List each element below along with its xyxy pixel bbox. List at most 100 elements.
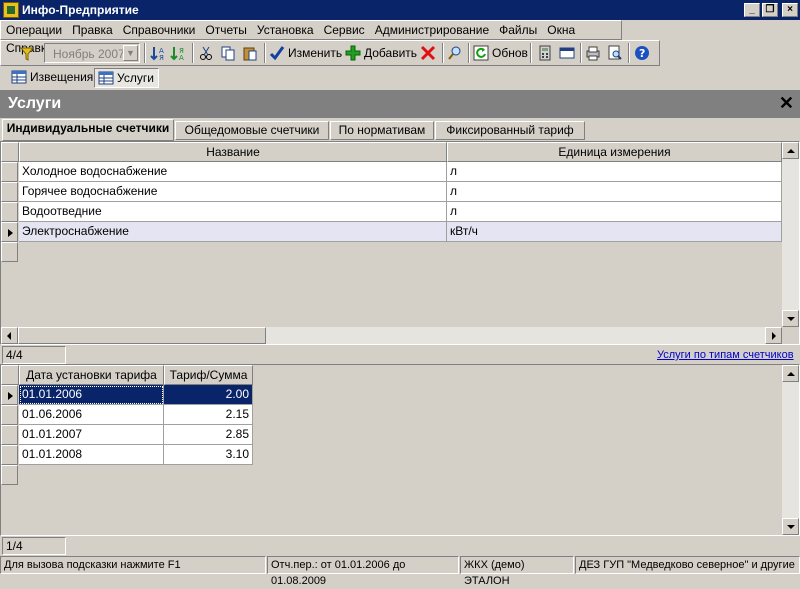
- title-bar: Инфо-Предприятие _ ❐ ×: [0, 0, 800, 20]
- toolbar-separator: [580, 43, 582, 63]
- grid-corner[interactable]: [1, 142, 19, 162]
- table-cell[interactable]: 3.10: [164, 445, 253, 465]
- help-button[interactable]: ?: [634, 43, 650, 63]
- horizontal-scrollbar[interactable]: [1, 327, 782, 344]
- vertical-scrollbar[interactable]: [782, 142, 799, 327]
- table-cell[interactable]: 01.01.2008: [19, 445, 164, 465]
- scroll-left-button[interactable]: [1, 327, 18, 344]
- menu-operations[interactable]: Операции: [1, 21, 67, 39]
- row-indicator[interactable]: [1, 425, 18, 445]
- table-cell[interactable]: 2.15: [164, 405, 253, 425]
- add-button[interactable]: Добавить: [345, 43, 417, 63]
- tariff-record-counter: 1/4: [2, 537, 66, 555]
- current-row-indicator[interactable]: [1, 222, 18, 242]
- table-cell-selected[interactable]: кВт/ч: [447, 222, 782, 242]
- copy-button[interactable]: [220, 43, 236, 63]
- column-header-unit[interactable]: Единица измерения: [447, 142, 782, 162]
- refresh-label: Обнов: [492, 46, 528, 60]
- table-cell[interactable]: 2.85: [164, 425, 253, 445]
- checkmark-icon: [269, 46, 285, 61]
- scroll-down-button[interactable]: [782, 310, 799, 327]
- services-by-meter-link-text[interactable]: Услуги по типам счетчиков: [657, 349, 794, 361]
- table-cell[interactable]: л: [447, 162, 782, 182]
- scroll-up-button[interactable]: [782, 142, 799, 159]
- scroll-up-button[interactable]: [782, 365, 799, 382]
- table-cell-selected[interactable]: Электроснабжение: [19, 222, 447, 242]
- table-icon: [11, 70, 27, 84]
- print-button[interactable]: [585, 43, 601, 63]
- menu-directories[interactable]: Справочники: [118, 21, 201, 39]
- menu-setup[interactable]: Установка: [252, 21, 319, 39]
- tab-individual-meters[interactable]: Индивидуальные счетчики: [2, 119, 174, 141]
- preview-button[interactable]: [607, 43, 623, 63]
- column-header-tariff-date[interactable]: Дата установки тарифа: [19, 365, 164, 385]
- tab-fixed-tariff[interactable]: Фиксированный тариф: [435, 121, 585, 140]
- menu-service[interactable]: Сервис: [319, 21, 370, 39]
- table-cell[interactable]: Горячее водоснабжение: [19, 182, 447, 202]
- status-hint: Для вызова подсказки нажмите F1: [0, 556, 266, 574]
- table-cell[interactable]: Водоотведние: [19, 202, 447, 222]
- svg-text:A: A: [179, 54, 184, 61]
- tab-common-meters[interactable]: Общедомовые счетчики: [175, 121, 329, 140]
- delete-button[interactable]: [420, 43, 436, 63]
- window-tab-notices[interactable]: Извещения: [8, 68, 97, 88]
- svg-text:?: ?: [639, 47, 645, 60]
- paste-button[interactable]: [242, 43, 258, 63]
- grid-corner[interactable]: [1, 365, 19, 385]
- row-indicator-new[interactable]: [1, 242, 18, 262]
- menu-edit[interactable]: Правка: [67, 21, 118, 39]
- menu-files[interactable]: Файлы: [494, 21, 542, 39]
- vertical-scrollbar[interactable]: [782, 365, 799, 535]
- paste-icon: [243, 47, 257, 61]
- copy-icon: [221, 46, 235, 61]
- cut-button[interactable]: [198, 43, 214, 63]
- toolbar-separator: [144, 43, 146, 63]
- row-indicator[interactable]: [1, 162, 18, 182]
- window-tab-services[interactable]: Услуги: [94, 68, 159, 88]
- plus-icon: [345, 45, 361, 61]
- table-cell[interactable]: л: [447, 182, 782, 202]
- scroll-thumb[interactable]: [18, 327, 266, 344]
- refresh-button[interactable]: Обнов: [473, 43, 528, 63]
- row-indicator-new[interactable]: [1, 465, 18, 485]
- minimize-button[interactable]: _: [744, 3, 760, 17]
- menu-reports[interactable]: Отчеты: [200, 21, 251, 39]
- table-cell[interactable]: л: [447, 202, 782, 222]
- scroll-down-button[interactable]: [782, 518, 799, 535]
- row-indicator[interactable]: [1, 445, 18, 465]
- search-button[interactable]: [447, 43, 463, 63]
- toolbar-separator: [264, 43, 266, 63]
- row-indicator[interactable]: [1, 405, 18, 425]
- window-button[interactable]: [559, 43, 575, 63]
- table-cell[interactable]: 01.06.2006: [19, 405, 164, 425]
- restore-button[interactable]: ❐: [762, 3, 778, 17]
- toolbar-separator: [530, 43, 532, 63]
- column-header-tariff-sum[interactable]: Тариф/Сумма: [164, 365, 253, 385]
- add-label: Добавить: [364, 46, 418, 60]
- services-by-meter-link[interactable]: Услуги по типам счетчиков: [657, 347, 794, 361]
- edit-label: Изменить: [288, 46, 343, 60]
- current-row-indicator[interactable]: [1, 385, 18, 405]
- sort-asc-button[interactable]: AЯ: [150, 43, 166, 63]
- row-indicator[interactable]: [1, 202, 18, 222]
- close-page-button[interactable]: ✕: [779, 93, 794, 114]
- table-cell-selected[interactable]: 2.00: [164, 385, 253, 405]
- menu-windows[interactable]: Окна: [542, 21, 580, 39]
- window-tab-label: Извещения: [30, 70, 94, 84]
- close-window-button[interactable]: ×: [782, 3, 798, 17]
- table-cell-selected[interactable]: 01.01.2006: [19, 385, 164, 405]
- table-cell[interactable]: 01.01.2007: [19, 425, 164, 445]
- sort-desc-button[interactable]: ЯA: [170, 43, 186, 63]
- column-header-name[interactable]: Название: [19, 142, 447, 162]
- app-icon: [3, 2, 19, 18]
- scroll-right-button[interactable]: [765, 327, 782, 344]
- tab-by-norms[interactable]: По нормативам: [330, 121, 434, 140]
- svg-text:Я: Я: [159, 54, 164, 61]
- edit-button[interactable]: Изменить: [269, 43, 342, 63]
- row-indicator[interactable]: [1, 182, 18, 202]
- page-title: Услуги: [8, 95, 62, 112]
- table-cell[interactable]: Холодное водоснабжение: [19, 162, 447, 182]
- calculator-button[interactable]: [537, 43, 553, 63]
- menu-admin[interactable]: Администрирование: [370, 21, 494, 39]
- window-icon: [559, 47, 575, 59]
